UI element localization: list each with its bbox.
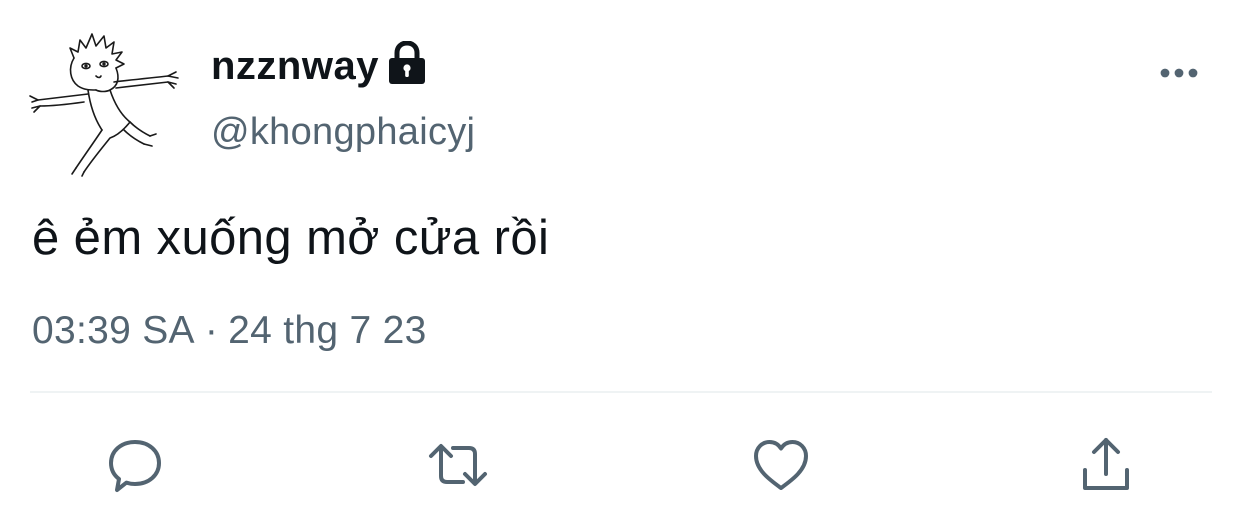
divider — [30, 391, 1212, 393]
reply-button[interactable] — [100, 430, 170, 500]
more-options-button[interactable] — [1156, 56, 1202, 90]
display-name[interactable]: nzznway — [211, 40, 379, 92]
reply-icon — [109, 440, 161, 492]
more-options-icon — [1160, 68, 1198, 78]
tweet-card: nzznway @khongphaicyj ê ẻm xuống mở cửa … — [0, 0, 1242, 529]
heart-icon — [754, 440, 808, 490]
display-name-row: nzznway — [211, 40, 427, 92]
share-button[interactable] — [1071, 430, 1141, 500]
tweet-time[interactable]: 03:39 SA — [32, 309, 195, 352]
meta-separator: · — [204, 309, 219, 352]
like-button[interactable] — [746, 430, 816, 500]
tweet-date[interactable]: 24 thg 7 23 — [228, 309, 426, 352]
action-bar — [0, 430, 1242, 500]
tweet-meta: 03:39 SA · 24 thg 7 23 — [32, 306, 427, 356]
stick-figure-drawing — [29, 33, 179, 177]
share-icon — [1083, 438, 1129, 490]
tweet-text: ê ẻm xuống mở cửa rồi — [32, 211, 550, 265]
lock-icon — [387, 41, 427, 85]
retweet-icon — [429, 444, 487, 486]
user-handle[interactable]: @khongphaicyj — [211, 108, 475, 156]
avatar[interactable] — [26, 22, 182, 178]
retweet-button[interactable] — [423, 430, 493, 500]
